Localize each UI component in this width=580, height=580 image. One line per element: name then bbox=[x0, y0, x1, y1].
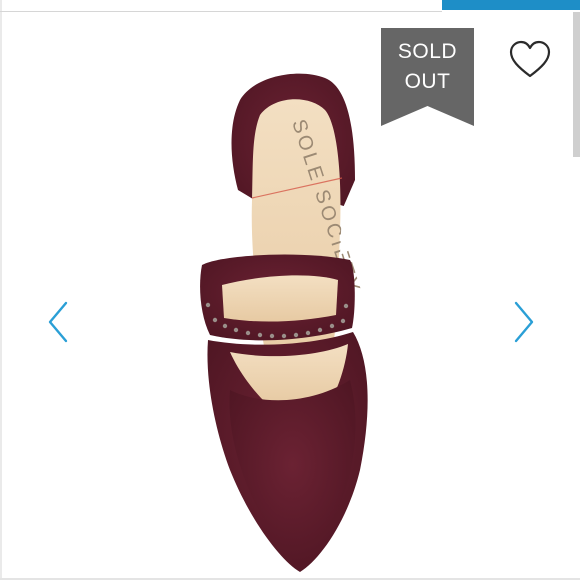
header-accent-bar bbox=[442, 0, 580, 10]
header-divider bbox=[0, 11, 442, 12]
frame-border bbox=[0, 0, 2, 580]
sold-out-line1: SOLD bbox=[397, 40, 458, 63]
product-image: SOLE SOCIETY bbox=[200, 73, 368, 572]
scrollbar[interactable] bbox=[573, 12, 580, 157]
chevron-right-icon[interactable] bbox=[508, 299, 538, 345]
product-gallery: SOLE SOCIETY SOLD OUT bbox=[0, 0, 580, 580]
sold-out-line2: OUT bbox=[404, 70, 451, 93]
sold-out-badge: SOLD OUT bbox=[381, 28, 474, 126]
chevron-left-icon[interactable] bbox=[44, 299, 74, 345]
heart-outline-icon[interactable] bbox=[508, 40, 552, 80]
